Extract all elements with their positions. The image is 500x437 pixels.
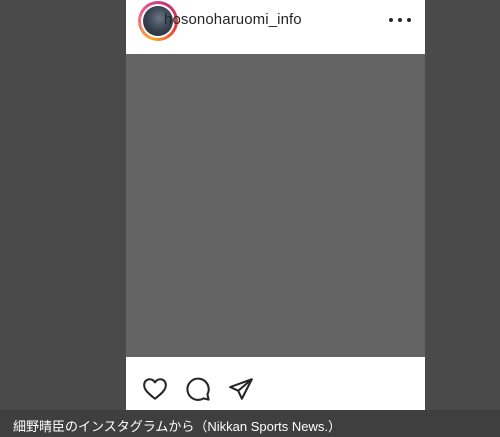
- more-options-button[interactable]: [389, 13, 411, 27]
- post-media[interactable]: [126, 54, 425, 357]
- post-username[interactable]: hosonoharuomi_info: [164, 11, 302, 28]
- heart-icon[interactable]: [142, 376, 168, 402]
- post-header: hosonoharuomi_info: [126, 0, 425, 54]
- more-horizontal-icon: [407, 18, 411, 22]
- comment-icon[interactable]: [185, 376, 211, 402]
- image-caption: 細野晴臣のインスタグラムから（Nikkan Sports News.）: [13, 419, 342, 434]
- caption-bar: 細野晴臣のインスタグラムから（Nikkan Sports News.）: [0, 410, 500, 437]
- post-actions-bar: [126, 357, 425, 412]
- article-image: hosonoharuomi_info 細野晴臣のインスタグラムから（Nikkan…: [0, 0, 500, 437]
- instagram-post-card: hosonoharuomi_info: [126, 0, 425, 412]
- send-icon[interactable]: [228, 376, 254, 402]
- more-horizontal-icon: [398, 18, 402, 22]
- more-horizontal-icon: [389, 18, 393, 22]
